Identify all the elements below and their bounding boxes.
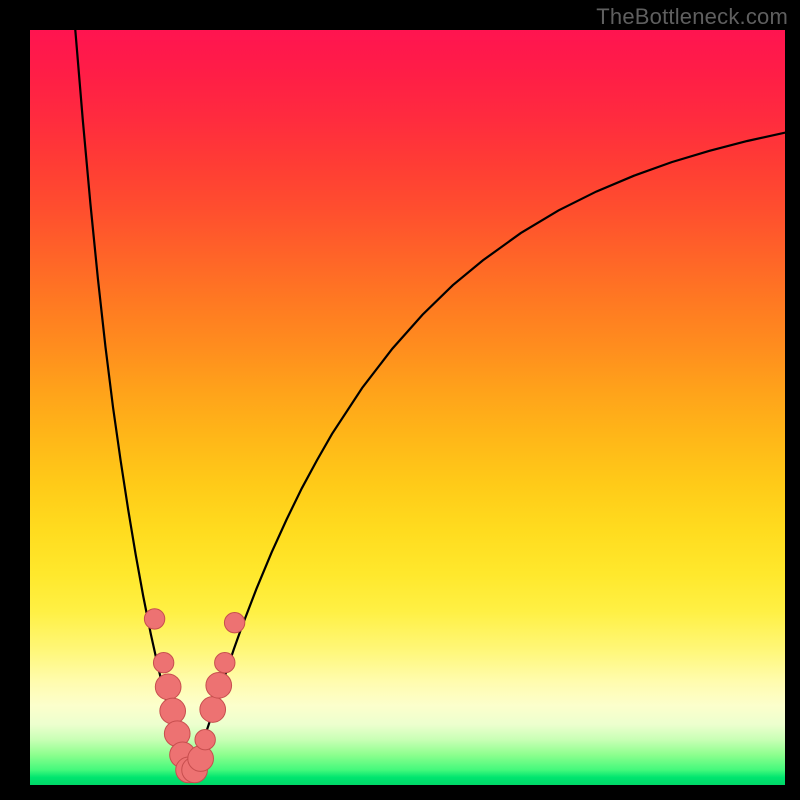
data-marker — [155, 674, 181, 700]
data-marker — [153, 653, 173, 673]
chart-frame: TheBottleneck.com — [0, 0, 800, 800]
data-marker — [215, 653, 235, 673]
data-marker — [144, 609, 164, 629]
data-marker — [206, 673, 232, 699]
data-marker — [200, 697, 226, 723]
curve-right-branch — [189, 133, 785, 778]
watermark-text: TheBottleneck.com — [596, 4, 788, 30]
data-markers — [144, 609, 244, 783]
data-marker — [195, 730, 215, 750]
plot-area — [30, 30, 785, 785]
data-marker — [188, 746, 214, 772]
data-marker — [160, 698, 186, 724]
data-marker — [224, 612, 244, 632]
chart-svg — [30, 30, 785, 785]
